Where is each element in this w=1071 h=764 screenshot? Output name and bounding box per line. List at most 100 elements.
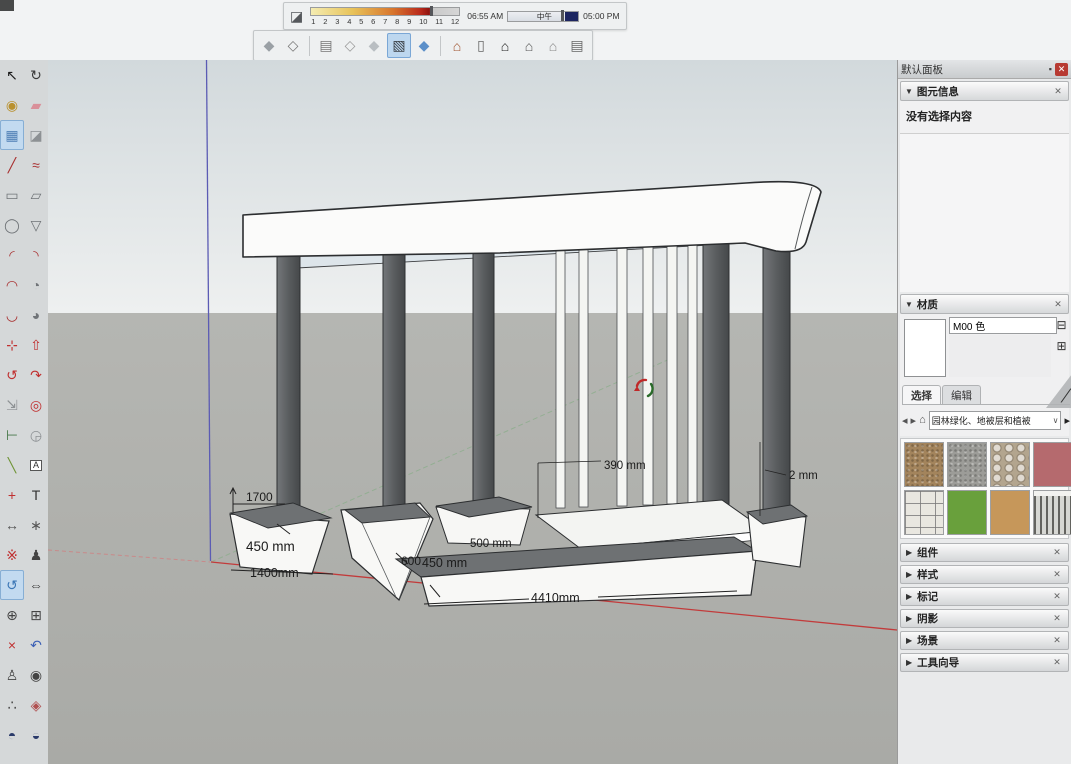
make-component-tool[interactable]: ↻ [24,60,48,90]
previous-view-tool[interactable]: ↶ [24,630,48,660]
column[interactable] [473,239,494,505]
select-tool[interactable]: ↖ [0,60,24,90]
view-back-icon[interactable]: ▤ [566,34,588,57]
offset-tool[interactable]: ◎ [24,390,48,420]
back-arrow-icon[interactable]: ◂ [902,414,908,427]
month-gradient-track[interactable] [310,7,460,16]
secondary-pane-icon[interactable]: ⊟ [1054,317,1069,332]
pie-fill-tool[interactable]: ◕ [24,300,48,330]
material-sand-tan[interactable] [990,490,1030,535]
style-hidden-line-icon[interactable]: ◇ [339,34,361,57]
tray-section-阴影[interactable]: ▶阴影✕ [900,609,1069,628]
tray-section-样式[interactable]: ▶样式✕ [900,565,1069,584]
follow-me-tool[interactable]: ↷ [24,360,48,390]
axes-tool[interactable]: + [0,480,24,510]
material-flagstone-white[interactable] [904,490,944,535]
materials-close-icon[interactable]: ✕ [1052,298,1064,310]
pin-icon[interactable]: ▪ [1049,64,1052,74]
misc-tool-4[interactable]: ◒ [24,720,48,750]
style-xray-icon[interactable]: ◆ [258,34,280,57]
entity-info-header[interactable]: ▼ 图元信息 ✕ [900,81,1069,101]
column[interactable] [383,243,405,513]
material-fence[interactable] [1033,490,1071,535]
misc-tool-1[interactable]: ∗ [24,510,48,540]
shadow-month-slider[interactable]: 123456789101112 [310,7,460,26]
scale-tool[interactable]: ⇲ [0,390,24,420]
line-tool[interactable]: ╱ [0,150,24,180]
material-name-input[interactable] [949,317,1057,334]
position-camera-tool[interactable]: ♙ [0,660,24,690]
polygon-tool[interactable]: ▽ [24,210,48,240]
misc-tool-2[interactable]: ※ [0,540,24,570]
zoom-window-tool[interactable]: ⊞ [24,600,48,630]
two-point-arc-tool[interactable]: ◝ [24,240,48,270]
misc-tool-3[interactable]: ◓ [0,720,24,750]
materials-header[interactable]: ▼ 材质 ✕ [900,294,1069,314]
style-shaded-textures-icon[interactable]: ▧ [387,33,411,58]
dimension-tool[interactable]: ↔ [0,510,24,540]
eraser-tool[interactable]: ▰ [24,90,48,120]
tape-measure-tool[interactable]: ⊢ [0,420,24,450]
view-right-icon[interactable]: ⌂ [518,34,540,57]
viewport-canvas[interactable]: 1700 450 mm 1400mm 600 450 mm 500 mm 441… [48,60,897,764]
material-gravel-gray[interactable] [947,442,987,487]
zoom-extents-tool[interactable]: × [0,630,24,660]
material-category-dropdown[interactable]: 园林绿化、地被层和植被 ∨ [929,411,1062,430]
instructor-figure-tool[interactable]: ♟ [24,540,48,570]
material-gravel-brown[interactable] [904,442,944,487]
create-material-icon[interactable]: ⊞ [1054,338,1069,353]
tray-section-close-icon[interactable]: ✕ [1051,547,1063,559]
rectangle-tool[interactable]: ▭ [0,180,24,210]
tab-select[interactable]: 选择 [902,385,941,404]
tray-section-close-icon[interactable]: ✕ [1051,635,1063,647]
tray-section-close-icon[interactable]: ✕ [1051,613,1063,625]
move-tool[interactable]: ⊹ [0,330,24,360]
pie-tool[interactable]: ◔ [24,270,48,300]
zoom-tool[interactable]: ⊕ [0,600,24,630]
tab-edit[interactable]: 编辑 [942,385,981,404]
column[interactable] [277,246,300,516]
orbit-tool[interactable]: ↺ [0,570,24,600]
time-slider-handle[interactable] [561,10,564,21]
time-slider-track[interactable]: 中午 [507,11,579,22]
entity-info-close-icon[interactable]: ✕ [1052,85,1064,97]
sample-paint-icon[interactable]: ╱ [1061,388,1071,405]
forward-arrow-icon[interactable]: ▸ [911,414,917,427]
three-point-arc-tool[interactable]: ◠ [0,270,24,300]
view-front-icon[interactable]: ⌂ [494,34,516,57]
shadow-settings-icon[interactable]: ◪ [290,9,303,23]
text-tool[interactable]: A [24,450,48,480]
pan-tool[interactable]: ⇔ [24,570,48,600]
arc-curve-tool[interactable]: ◡ [0,300,24,330]
style-monochrome-icon[interactable]: ◆ [413,34,435,57]
eyedropper-tool[interactable]: ╲ [0,450,24,480]
protractor-tool[interactable]: ◶ [24,420,48,450]
view-top-icon[interactable]: ▯ [470,34,492,57]
look-around-tool[interactable]: ◉ [24,660,48,690]
3d-text-tool[interactable]: T [24,480,48,510]
rotate-tool[interactable]: ↺ [0,360,24,390]
tray-section-场景[interactable]: ▶场景✕ [900,631,1069,650]
tray-section-close-icon[interactable]: ✕ [1051,657,1063,669]
in-model-home-icon[interactable]: ⌂ [919,414,926,426]
style-shaded-icon[interactable]: ◆ [363,34,385,57]
material-cobblestone[interactable] [990,442,1030,487]
rotated-rectangle-tool[interactable]: ▱ [24,180,48,210]
tray-section-close-icon[interactable]: ✕ [1051,569,1063,581]
material-preview-swatch[interactable] [904,319,946,377]
section-plane-tool[interactable]: ◈ [24,690,48,720]
material-grass-green[interactable] [947,490,987,535]
column[interactable] [763,225,790,517]
walk-tool[interactable]: ∴ [0,690,24,720]
details-arrow-icon[interactable]: ▸ [1064,414,1070,427]
tray-section-组件[interactable]: ▶组件✕ [900,543,1069,562]
textured-box-tool[interactable]: ▦ [0,120,24,150]
tray-section-工具向导[interactable]: ▶工具向导✕ [900,653,1069,672]
style-wireframe-icon[interactable]: ▤ [315,34,337,57]
view-left-icon[interactable]: ⌂ [542,34,564,57]
view-iso-icon[interactable]: ⌂ [446,34,468,57]
freehand-tool[interactable]: ≈ [24,150,48,180]
style-back-edges-icon[interactable]: ◇ [282,34,304,57]
circle-tool[interactable]: ◯ [0,210,24,240]
material-rose-solid[interactable] [1033,442,1071,487]
